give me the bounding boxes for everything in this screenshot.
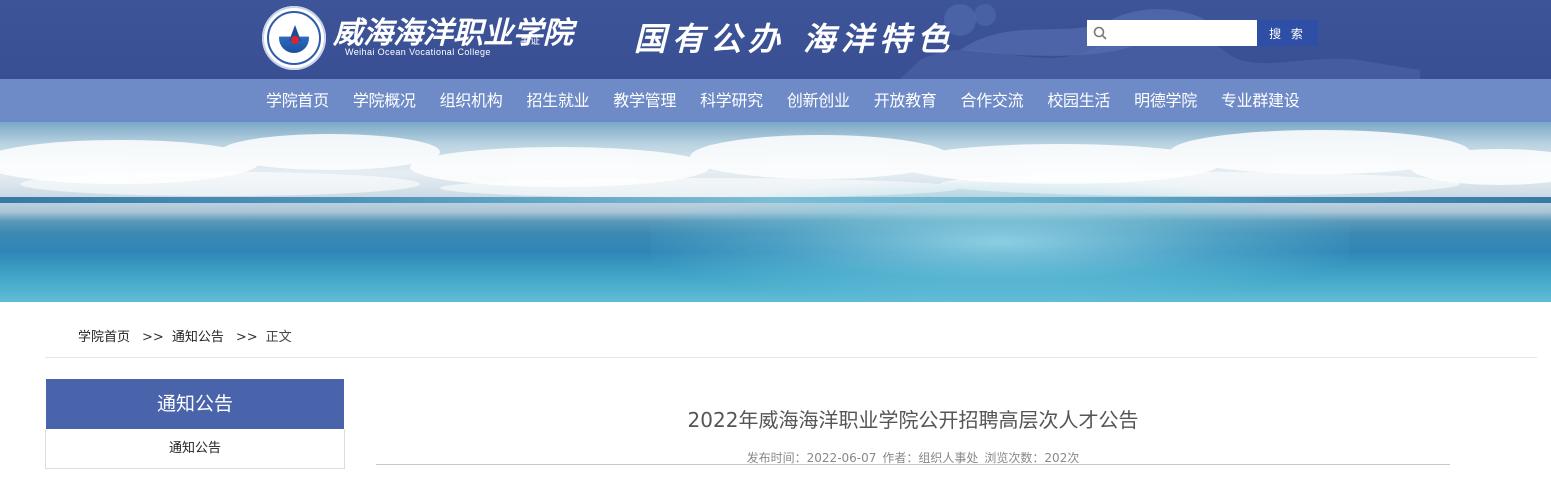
breadcrumb-home-link[interactable]: 学院首页 — [78, 330, 130, 345]
article-views: 浏览次数：202次 — [984, 451, 1080, 465]
breadcrumb-divider — [45, 357, 1537, 358]
article-date: 发布时间：2022-06-07 — [746, 451, 877, 465]
sidebar-item-notices[interactable]: 通知公告 — [46, 429, 344, 468]
breadcrumb-section-link[interactable]: 通知公告 — [172, 330, 224, 345]
sidebar-menu: 通知公告 — [45, 429, 345, 469]
college-seal-text: 事证 — [520, 36, 540, 47]
search-input[interactable] — [1087, 20, 1257, 46]
sea-glare — [650, 182, 1350, 302]
nav-item-research[interactable]: 科学研究 — [688, 79, 775, 122]
nav-item-mingde[interactable]: 明德学院 — [1122, 79, 1209, 122]
nav-item-cooperation[interactable]: 合作交流 — [949, 79, 1036, 122]
college-name-en: Weihai Ocean Vocational College — [345, 47, 491, 57]
breadcrumb: 学院首页 >> 通知公告 >> 正文 — [78, 326, 298, 345]
site-header: 威海海洋职业学院 Weihai Ocean Vocational College… — [0, 0, 1551, 79]
article-title: 2022年威海海洋职业学院公开招聘高层次人才公告 — [687, 408, 1139, 432]
nav-item-home[interactable]: 学院首页 — [254, 79, 341, 122]
nav-item-campus-life[interactable]: 校园生活 — [1035, 79, 1122, 122]
search-icon — [1093, 26, 1107, 40]
slogan: 国有公办 海洋特色 — [634, 20, 956, 58]
nav-item-overview[interactable]: 学院概况 — [341, 79, 428, 122]
nav-item-organization[interactable]: 组织机构 — [428, 79, 515, 122]
nav-item-teaching[interactable]: 教学管理 — [601, 79, 688, 122]
sea-banner-image — [0, 122, 1551, 302]
main-nav: 学院首页 学院概况 组织机构 招生就业 教学管理 科学研究 创新创业 开放教育 … — [0, 79, 1551, 122]
nav-item-innovation[interactable]: 创新创业 — [775, 79, 862, 122]
article-author: 作者：组织人事处 — [882, 451, 979, 465]
nav-item-admissions[interactable]: 招生就业 — [514, 79, 601, 122]
breadcrumb-separator: >> — [235, 330, 258, 345]
breadcrumb-separator: >> — [142, 330, 164, 345]
sidebar-title: 通知公告 — [46, 379, 344, 429]
college-logo-icon[interactable] — [262, 6, 326, 70]
nav-item-major-groups[interactable]: 专业群建设 — [1209, 79, 1312, 122]
breadcrumb-current: 正文 — [265, 330, 292, 345]
nav-item-open-education[interactable]: 开放教育 — [862, 79, 949, 122]
search-button[interactable]: 搜 索 — [1257, 20, 1318, 46]
article-divider — [376, 464, 1450, 465]
